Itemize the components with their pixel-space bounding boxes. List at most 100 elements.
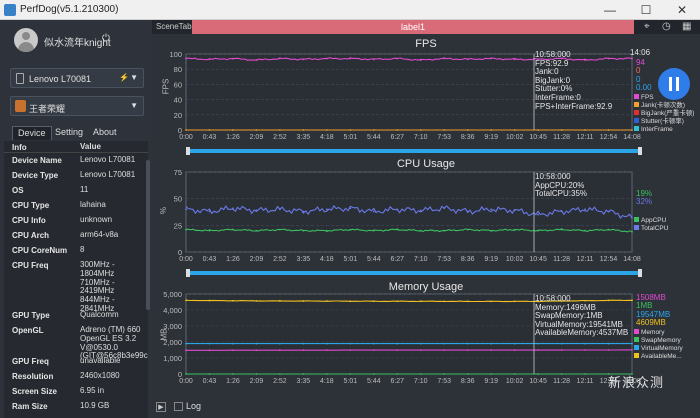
- data-point: [232, 373, 234, 375]
- user-profile: 似水流年knight ⏻: [10, 28, 150, 58]
- maximize-button[interactable]: ☐: [628, 0, 664, 20]
- data-point: [584, 342, 586, 345]
- device-select[interactable]: Lenovo L70081 ⚡ ▼: [10, 68, 144, 88]
- data-point: [490, 300, 493, 303]
- log-label: Log: [186, 401, 202, 411]
- x-tick-label: 3:35: [297, 378, 311, 385]
- data-point: [185, 373, 187, 375]
- data-point: [255, 349, 258, 352]
- table-header: Info Value: [4, 141, 148, 153]
- data-point: [443, 300, 446, 303]
- minimize-button[interactable]: —: [592, 0, 628, 20]
- x-tick-label: 10:45: [529, 378, 547, 385]
- data-point: [278, 342, 281, 345]
- data-point: [208, 373, 211, 375]
- wifi-icon[interactable]: ⚡: [119, 73, 129, 82]
- legend-item: AvailableMe...: [634, 353, 683, 361]
- y-tick-label: 1,000: [163, 354, 182, 363]
- row-value: Qualcomm: [80, 310, 119, 319]
- x-tick-label: 7:53: [437, 378, 451, 385]
- x-tick-label: 2:52: [273, 378, 287, 385]
- data-point: [302, 342, 305, 345]
- data-point: [302, 300, 305, 302]
- log-checkbox[interactable]: [174, 402, 183, 411]
- data-point: [513, 342, 516, 345]
- data-point: [466, 349, 469, 351]
- x-tick-label: 0:00: [179, 378, 193, 385]
- annotation-line: AvailableMemory:4537MB: [535, 328, 629, 338]
- power-icon[interactable]: ⏻: [102, 33, 110, 44]
- row-key: CPU Type: [12, 201, 50, 210]
- data-point: [560, 342, 563, 345]
- data-point: [232, 299, 234, 302]
- data-point: [255, 299, 258, 302]
- row-key: OS: [12, 186, 24, 195]
- x-tick-label: 0:43: [203, 378, 217, 385]
- data-point: [208, 342, 211, 345]
- row-value: 8: [80, 245, 85, 254]
- data-point: [560, 373, 563, 375]
- app-icon: [15, 100, 26, 112]
- row-key: Device Name: [12, 156, 62, 165]
- data-point: [325, 349, 328, 352]
- avatar[interactable]: [14, 28, 38, 52]
- x-tick-label: 9:19: [484, 378, 498, 385]
- device-info-table: Info Value Device Name Lenovo L70081 Devic…: [4, 141, 148, 418]
- data-point: [490, 373, 493, 375]
- device-select-label: Lenovo L70081: [29, 74, 92, 84]
- data-point: [278, 349, 281, 352]
- data-point: [513, 300, 516, 303]
- x-tick-label: 4:18: [320, 378, 334, 385]
- data-point: [466, 342, 469, 345]
- tab-setting[interactable]: Setting: [50, 126, 88, 140]
- memory-side-values: 1508MB 1MB 19547MB 4609MB: [636, 293, 670, 328]
- y-tick-label: 5,000: [163, 290, 182, 299]
- chevron-down-icon: ▼: [130, 101, 138, 110]
- data-point: [349, 349, 352, 352]
- x-tick-label: 2:09: [250, 378, 264, 385]
- row-value: 6.95 in: [80, 386, 105, 395]
- data-point: [302, 349, 305, 352]
- play-icon[interactable]: ▶: [156, 402, 166, 412]
- x-tick-label: 6:27: [390, 378, 404, 385]
- data-point: [185, 349, 187, 352]
- data-point: [278, 300, 281, 302]
- data-point: [255, 342, 258, 345]
- x-tick-label: 7:10: [414, 378, 428, 385]
- data-point: [372, 373, 375, 375]
- app-select-label: 王者荣耀: [29, 104, 66, 114]
- data-point: [372, 342, 375, 345]
- tab-about[interactable]: About: [88, 126, 122, 140]
- sidebar: 似水流年knight ⏻ Lenovo L70081 ⚡ ▼ 王者荣耀 ▼ De…: [0, 20, 152, 418]
- data-point: [349, 300, 352, 303]
- data-point: [419, 373, 422, 375]
- x-tick-label: 11:28: [553, 378, 570, 385]
- pause-button[interactable]: [658, 68, 690, 100]
- data-point: [513, 373, 516, 375]
- tab-device[interactable]: Device: [12, 126, 52, 140]
- data-point: [584, 349, 586, 351]
- data-point: [443, 349, 446, 351]
- sidebar-scrollbar[interactable]: [146, 160, 150, 310]
- data-point: [372, 300, 375, 303]
- data-point: [631, 348, 633, 351]
- close-button[interactable]: ✕: [664, 0, 700, 20]
- data-point: [537, 342, 540, 345]
- row-value: lahaina: [80, 200, 106, 209]
- data-point: [419, 342, 422, 345]
- data-point: [255, 373, 258, 375]
- row-value: Lenovo L70081: [80, 155, 136, 164]
- x-tick-label: 5:44: [367, 378, 381, 385]
- x-tick-label: 10:02: [506, 378, 524, 385]
- x-tick-label: 5:01: [344, 378, 358, 385]
- data-point: [560, 349, 563, 351]
- app-select[interactable]: 王者荣耀 ▼: [10, 96, 144, 116]
- data-point: [537, 373, 540, 375]
- data-point: [372, 349, 375, 352]
- row-value: unavailable: [80, 356, 121, 365]
- data-point: [396, 300, 399, 303]
- data-point: [302, 373, 305, 375]
- legend-item: Memory: [634, 329, 683, 337]
- data-point: [325, 342, 328, 345]
- chevron-down-icon: ▼: [130, 73, 138, 82]
